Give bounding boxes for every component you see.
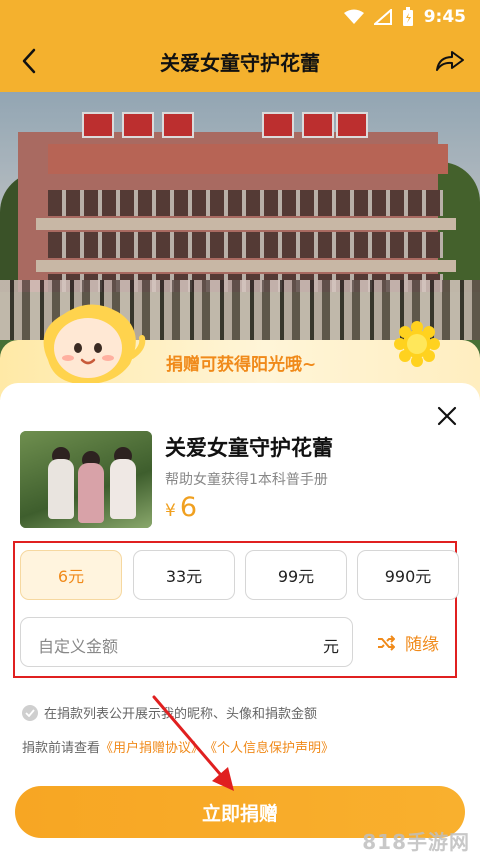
project-price: ¥ 6 <box>165 492 197 523</box>
share-icon <box>436 51 464 71</box>
amount-option-6[interactable]: 6元 <box>20 550 122 600</box>
mascot-icon <box>43 304 146 385</box>
status-time: 9:45 <box>423 7 466 27</box>
custom-amount-unit: 元 <box>322 637 339 656</box>
currency-symbol: ¥ <box>165 501 176 521</box>
project-subtitle: 帮助女童获得1本科普手册 <box>165 472 328 488</box>
sun-icon <box>394 321 440 367</box>
page-title: 关爱女童守护花蕾 <box>160 50 320 75</box>
amount-option-99[interactable]: 99元 <box>245 550 347 600</box>
close-button[interactable] <box>434 403 460 429</box>
project-thumbnail <box>20 431 152 528</box>
close-icon <box>437 406 457 426</box>
checkmark-icon[interactable] <box>22 704 38 721</box>
shuffle-icon <box>378 634 395 651</box>
custom-amount-input[interactable]: 自定义金额 元 <box>20 617 353 667</box>
back-button[interactable] <box>14 44 44 78</box>
watermark: 818手游网 <box>362 830 470 854</box>
app-header: 9:45 关爱女童守护花蕾 <box>0 0 480 92</box>
random-amount-button[interactable]: 随缘 <box>377 630 439 655</box>
status-bar: 9:45 <box>0 0 480 34</box>
header-bar: 关爱女童守护花蕾 <box>0 34 480 88</box>
battery-icon <box>402 7 413 26</box>
sunshine-text: 捐赠可获得阳光哦~ <box>166 355 317 375</box>
annotation-arrow-icon <box>152 695 234 791</box>
amount-option-990[interactable]: 990元 <box>357 550 459 600</box>
back-arrow-icon <box>22 48 36 74</box>
random-amount-label: 随缘 <box>405 635 439 655</box>
price-value: 6 <box>179 492 198 523</box>
share-button[interactable] <box>432 44 468 78</box>
project-title: 关爱女童守护花蕾 <box>165 436 333 460</box>
donate-now-label: 立即捐赠 <box>201 802 278 825</box>
amount-option-33[interactable]: 33元 <box>133 550 235 600</box>
custom-amount-placeholder: 自定义金额 <box>38 637 119 656</box>
signal-icon <box>373 9 392 25</box>
agreement-prefix: 捐款前请查看 <box>22 741 101 756</box>
wifi-icon <box>343 9 364 24</box>
